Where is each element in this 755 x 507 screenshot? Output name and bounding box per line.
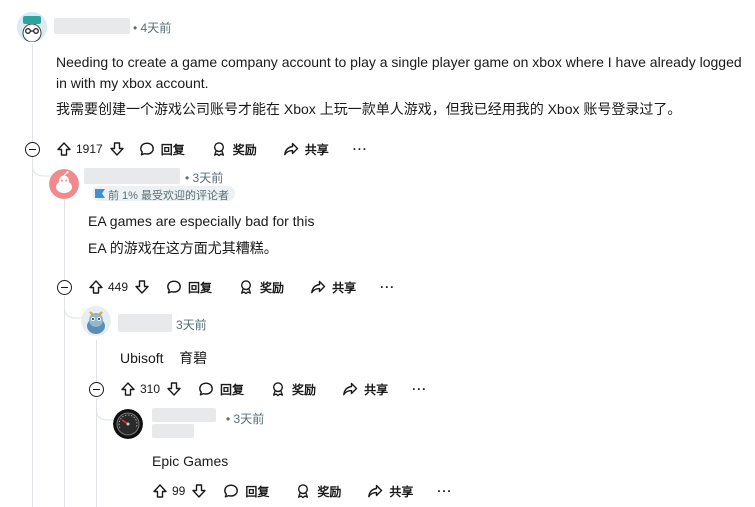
badge-icon (95, 189, 105, 198)
avatar[interactable] (81, 306, 111, 336)
award-label: 奖励 (292, 382, 317, 397)
share-button[interactable]: 共享 (310, 279, 356, 296)
comment-text-en: Needing to create a game company account… (56, 54, 742, 70)
comment-timestamp: • 3天前 (185, 171, 224, 185)
award-label: 奖励 (232, 142, 257, 157)
reply-button[interactable]: 回复 (198, 381, 244, 398)
top-commenter-badge: 前 1% 最受欢迎的评论者 (92, 186, 236, 202)
comment-actions: 449 回复 奖励 共享 ··· (88, 275, 395, 299)
speech-bubble-icon (224, 484, 239, 498)
comment-text-zh: 我需要创建一个游戏公司账号才能在 Xbox 上玩一款单人游戏，但我已经用我的 X… (56, 101, 682, 117)
thread-line-2-cont (64, 296, 65, 507)
avatar[interactable] (49, 169, 79, 199)
award-ribbon-icon (298, 484, 309, 499)
username-redacted[interactable] (54, 18, 130, 34)
more-options-button[interactable]: ··· (412, 382, 427, 396)
username-redacted[interactable] (118, 314, 172, 332)
thread-line-3 (96, 340, 97, 385)
share-button[interactable]: 共享 (342, 381, 388, 398)
avatar[interactable] (113, 409, 143, 439)
share-label: 共享 (304, 142, 329, 157)
reply-button[interactable]: 回复 (223, 483, 269, 500)
award-ribbon-icon (240, 280, 252, 295)
comment-text: Epic Games (152, 453, 229, 469)
speech-bubble-icon (139, 142, 154, 156)
reply-label: 回复 (160, 142, 185, 157)
vote-group: 310 (120, 381, 182, 397)
badge-label: 前 1% 最受欢迎的评论者 (108, 190, 230, 202)
comment-timestamp: 3天前 (176, 318, 207, 332)
more-options-button[interactable]: ··· (437, 484, 452, 498)
branch-connector-1 (32, 156, 52, 177)
upvote-arrow-icon[interactable] (120, 381, 136, 397)
username-redacted-line2[interactable] (152, 424, 194, 438)
vote-count: 99 (172, 484, 186, 498)
username-redacted[interactable] (152, 408, 216, 422)
vote-count: 310 (140, 382, 161, 396)
comment-text-en: EA games are especially bad for this (88, 213, 315, 229)
comment-text: Ubisoft 育碧 (120, 350, 208, 366)
vote-count: 1917 (76, 142, 103, 156)
comment-text-en-cont: in with my xbox account. (56, 75, 209, 91)
comment-timestamp: • 4天前 (133, 21, 172, 35)
share-label: 共享 (389, 484, 414, 499)
share-button[interactable]: 共享 (367, 483, 413, 500)
reply-button[interactable]: 回复 (166, 279, 212, 296)
thread-line-1 (32, 44, 33, 148)
award-label: 奖励 (317, 484, 342, 499)
downvote-arrow-icon[interactable] (109, 141, 125, 157)
comment-actions: 99 回复 奖励 共享 ··· (152, 479, 452, 503)
share-label: 共享 (364, 382, 389, 397)
award-button[interactable]: 奖励 (238, 279, 284, 296)
award-button[interactable]: 奖励 (270, 381, 316, 398)
upvote-arrow-icon[interactable] (152, 483, 168, 499)
share-button[interactable]: 共享 (283, 141, 329, 158)
downvote-arrow-icon[interactable] (191, 483, 207, 499)
share-arrow-icon (283, 142, 298, 156)
collapse-minus-icon[interactable] (89, 382, 104, 397)
share-arrow-icon (311, 280, 326, 294)
more-options-button[interactable]: ··· (380, 280, 395, 294)
speech-bubble-icon (199, 382, 213, 396)
reply-label: 回复 (245, 484, 270, 499)
downvote-arrow-icon[interactable] (134, 279, 150, 295)
share-label: 共享 (332, 280, 357, 295)
collapse-minus-icon[interactable] (25, 142, 40, 157)
share-arrow-icon (368, 484, 383, 498)
vote-count: 449 (108, 280, 129, 294)
thread-line-1-cont (32, 157, 33, 507)
reply-label: 回复 (188, 280, 213, 295)
award-button[interactable]: 奖励 (211, 141, 257, 158)
award-button[interactable]: 奖励 (295, 483, 341, 500)
vote-group: 99 (152, 483, 207, 499)
vote-group: 1917 (56, 141, 125, 157)
award-ribbon-icon (213, 142, 224, 157)
avatar[interactable] (17, 12, 47, 42)
vote-group: 449 (88, 279, 150, 295)
award-label: 奖励 (260, 280, 285, 295)
speech-bubble-icon (167, 280, 181, 294)
more-options-button[interactable]: ··· (353, 142, 368, 156)
comment-actions: 1917 回复 奖励 共享 ··· (56, 137, 368, 161)
reply-button[interactable]: 回复 (139, 141, 185, 158)
comment-timestamp: • 3天前 (226, 412, 265, 426)
comment-text-zh: EA 的游戏在这方面尤其糟糕。 (88, 240, 278, 256)
upvote-arrow-icon[interactable] (56, 141, 72, 157)
upvote-arrow-icon[interactable] (88, 279, 104, 295)
username-redacted[interactable] (84, 168, 180, 184)
thread-line-2 (64, 200, 65, 282)
award-ribbon-icon (272, 382, 284, 397)
downvote-arrow-icon[interactable] (166, 381, 182, 397)
collapse-minus-icon[interactable] (57, 280, 72, 295)
comment-actions: 310 回复 奖励 共享 ··· (120, 377, 427, 401)
reply-label: 回复 (220, 382, 245, 397)
share-arrow-icon (343, 382, 358, 396)
